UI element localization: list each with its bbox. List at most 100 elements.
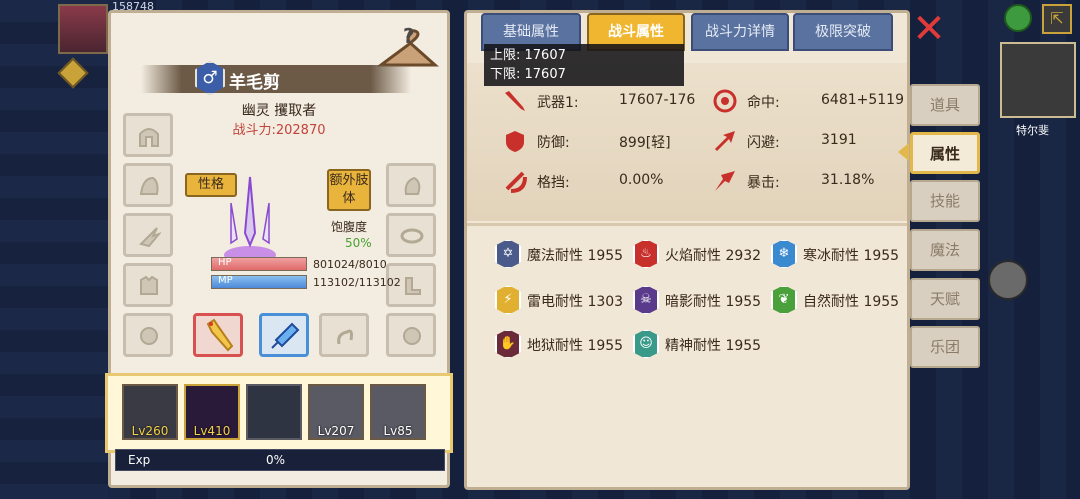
active-tab-arrow-icon	[898, 143, 909, 161]
side-tab-items[interactable]: 道具	[910, 84, 980, 126]
hp-bar: HP	[211, 257, 307, 271]
pet-team-row: Lv260 Lv410 Lv207 Lv85	[105, 373, 453, 453]
armor-icon	[140, 275, 158, 295]
wing-icon	[139, 227, 161, 248]
side-tab-talent[interactable]: 天赋	[910, 278, 980, 320]
nature-resist-icon: ❦	[771, 285, 797, 315]
ghost-sword-pet-sprite	[224, 176, 276, 264]
shield-icon	[506, 131, 524, 152]
team-pet-level: Lv207	[317, 424, 355, 438]
action-round-button[interactable]	[988, 260, 1028, 300]
satiety-value: 50%	[345, 236, 372, 250]
side-tab-attributes[interactable]: 属性	[910, 132, 980, 174]
magic-resist-icon: ✡	[495, 239, 521, 269]
satiety-label: 饱腹度	[331, 220, 368, 234]
network-icon[interactable]	[1004, 4, 1032, 32]
mp-bar: MP	[211, 275, 307, 289]
resist-ice: 寒冰耐性 1955	[803, 248, 900, 264]
combat-stats-area: 武器1: 17607-176 命中: 6481+5119 防御: 899[轻] …	[467, 63, 907, 221]
tab-limit-break[interactable]: 极限突破	[793, 13, 893, 51]
close-icon[interactable]: ✕	[912, 9, 946, 49]
team-pet-slot-5[interactable]: Lv85	[370, 384, 426, 440]
resist-hell: 地狱耐性 1955	[527, 338, 624, 354]
tail-icon	[337, 329, 353, 345]
block-icon	[505, 171, 527, 193]
exp-bar: Exp 0%	[115, 449, 445, 471]
resist-thunder: 雷电耐性 1303	[527, 294, 624, 310]
equip-slot-syringe[interactable]	[259, 313, 309, 357]
mp-value: 113102/113102	[313, 276, 401, 289]
critical-icon	[715, 171, 735, 191]
accessory-icon	[140, 327, 158, 345]
hit-value: 6481+5119	[821, 92, 904, 108]
resist-shadow: 暗影耐性 1955	[665, 294, 762, 310]
equip-slot-head[interactable]	[123, 163, 173, 207]
section-divider	[467, 223, 907, 226]
equip-slot-accessory-1[interactable]	[123, 313, 173, 357]
tooltip-upper-limit: 上限: 17607	[490, 48, 566, 63]
weapon-label: 武器1:	[537, 95, 579, 111]
dodge-icon	[715, 131, 735, 151]
syringe-icon	[271, 322, 300, 349]
fire-resist-icon: ♨	[633, 239, 659, 269]
crit-value: 31.18%	[821, 172, 875, 188]
head-icon	[139, 176, 159, 195]
exit-icon[interactable]: ⇱	[1042, 4, 1072, 34]
equip-slot-limb[interactable]	[386, 163, 436, 207]
hit-label: 命中:	[747, 95, 780, 111]
defense-label: 防御:	[537, 135, 570, 151]
weapon-value: 17607-176	[619, 92, 696, 108]
target-icon	[713, 89, 737, 113]
team-pet-level: Lv85	[383, 424, 413, 438]
boots-icon	[405, 277, 421, 295]
defense-value: 899[轻]	[619, 135, 671, 151]
exp-label: Exp	[128, 453, 151, 467]
resist-fire: 火焰耐性 2932	[665, 248, 762, 264]
team-pet-slot-1[interactable]: Lv260	[122, 384, 178, 440]
tab-power-details[interactable]: 战斗力详情	[691, 13, 789, 51]
pet-info-panel: ? ♂ 羊毛剪 幽灵 攫取者 战斗力:202870 性格 额外肢体 饱腹度 50…	[105, 10, 453, 488]
dodge-label: 闪避:	[747, 135, 780, 151]
spirit-resist-icon: ☺	[633, 329, 659, 359]
equip-slot-ring[interactable]	[386, 213, 436, 257]
team-pet-slot-2[interactable]: Lv410	[184, 384, 240, 440]
team-pet-level: Lv410	[193, 424, 231, 438]
shadow-resist-icon: ☠	[633, 285, 659, 315]
equip-slot-armor[interactable]	[123, 263, 173, 307]
team-pet-slot-4[interactable]: Lv207	[308, 384, 364, 440]
player-portrait[interactable]	[58, 4, 108, 54]
resist-spirit: 精神耐性 1955	[665, 338, 762, 354]
team-pet-slot-3[interactable]	[246, 384, 302, 440]
rubber-chicken-icon	[206, 318, 234, 352]
minimap-location: 特尔斐	[1016, 124, 1049, 137]
team-pet-level: Lv260	[131, 424, 169, 438]
equip-slot-wing[interactable]	[123, 213, 173, 257]
equip-slot-tail[interactable]	[319, 313, 369, 357]
ring-icon	[400, 228, 424, 244]
accessory-icon	[403, 327, 421, 345]
thunder-resist-icon: ⚡	[495, 285, 521, 315]
limb-icon	[404, 176, 421, 195]
side-tab-magic[interactable]: 魔法	[910, 229, 980, 271]
hp-label: HP	[218, 257, 232, 268]
dodge-value: 3191	[821, 132, 857, 148]
side-tab-skills[interactable]: 技能	[910, 180, 980, 222]
block-value: 0.00%	[619, 172, 664, 188]
sword-icon	[505, 91, 525, 111]
equip-slot-accessory-2[interactable]	[386, 313, 436, 357]
crit-label: 暴击:	[747, 175, 780, 191]
equip-slot-chicken[interactable]	[193, 313, 243, 357]
equip-slot-helmet[interactable]	[123, 113, 173, 157]
exp-value: 0%	[266, 453, 286, 467]
side-tab-band[interactable]: 乐团	[910, 326, 980, 368]
ice-resist-icon: ❄	[771, 239, 797, 269]
resist-nature: 自然耐性 1955	[803, 294, 900, 310]
hp-value: 801024/8010	[313, 258, 387, 271]
tooltip-lower-limit: 下限: 17607	[490, 67, 566, 82]
pet-name: 羊毛剪	[229, 73, 280, 93]
extra-limb-button[interactable]: 额外肢体	[327, 169, 371, 211]
minimap[interactable]	[1000, 42, 1076, 118]
block-label: 格挡:	[537, 175, 570, 191]
svg-text:?: ?	[403, 24, 415, 48]
hell-resist-icon: ✋	[495, 329, 521, 359]
